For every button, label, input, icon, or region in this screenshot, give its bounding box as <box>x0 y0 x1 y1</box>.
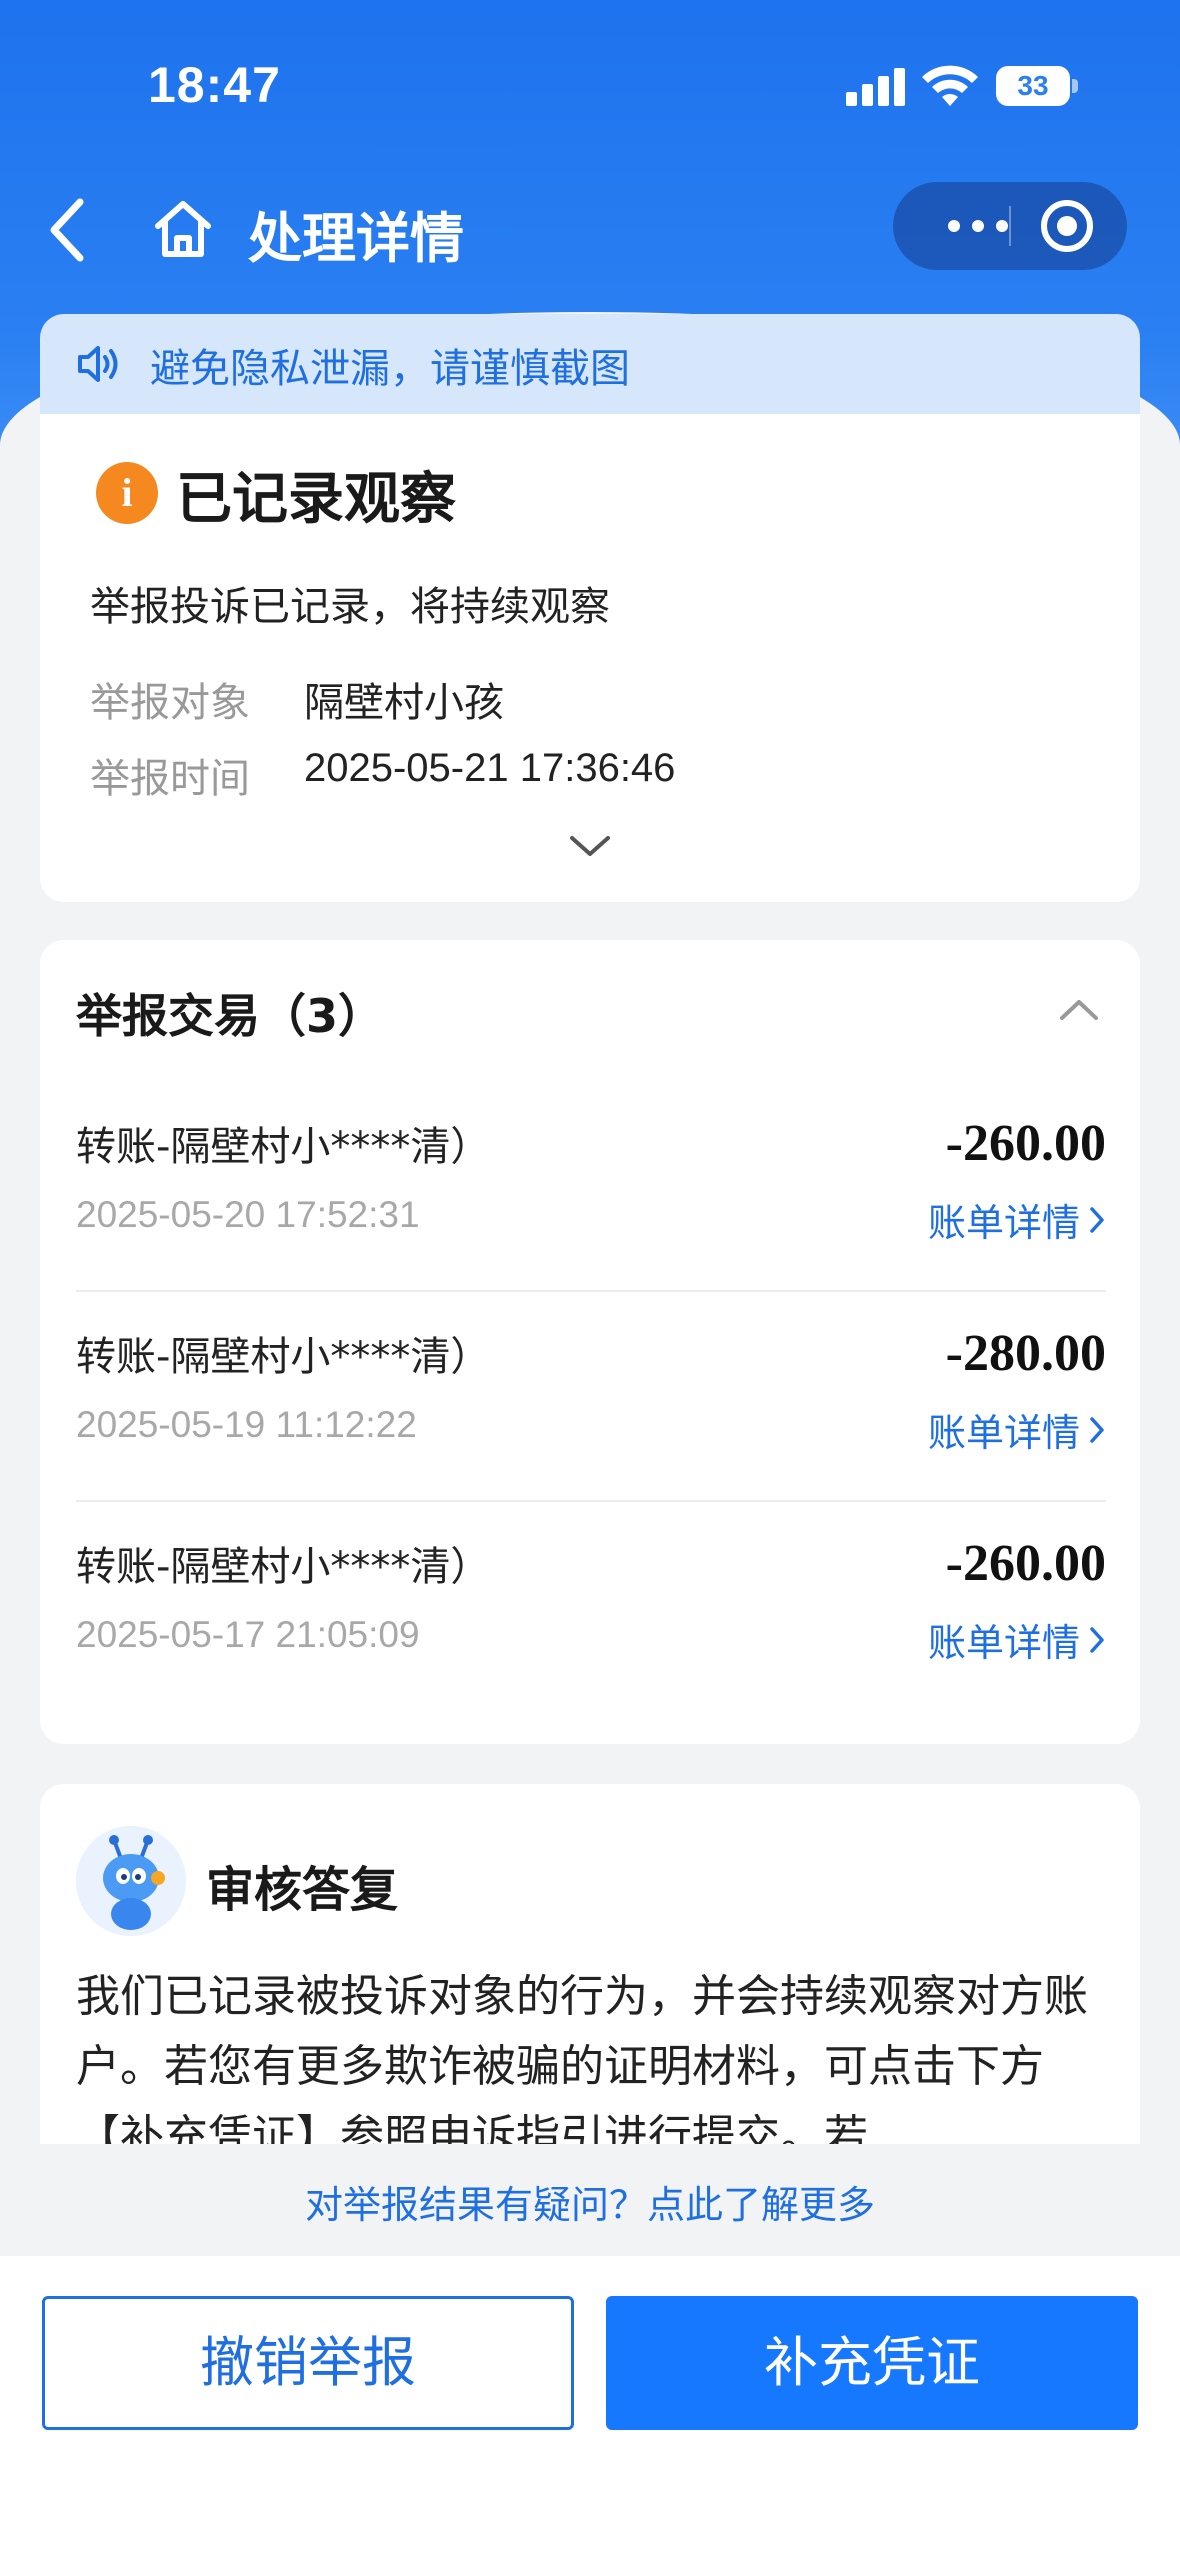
speaker-icon <box>78 346 118 382</box>
battery-icon: 33 <box>996 66 1078 106</box>
bill-detail-label: 账单详情 <box>927 1621 1080 1665</box>
transaction-amount: -260.00 <box>945 1535 1106 1592</box>
report-target-label: 举报对象 <box>90 680 250 726</box>
cancel-report-button[interactable]: 撤销举报 <box>42 2296 574 2430</box>
transactions-title: 举报交易（3） <box>76 989 385 1043</box>
report-target-value: 隔壁村小孩 <box>304 680 504 726</box>
privacy-notice: 避免隐私泄漏，请谨慎截图 <box>40 314 1140 414</box>
expand-chevron-down-icon[interactable] <box>568 832 612 860</box>
collapse-chevron-up-icon[interactable] <box>1058 996 1100 1022</box>
status-title: 已记录观察 <box>176 467 456 532</box>
report-time-value: 2025-05-21 17:36:46 <box>304 746 676 790</box>
bill-detail-link[interactable]: 账单详情 <box>928 1612 1106 1667</box>
transaction-item: 转账-隔壁村小****清） -260.00 2025-05-17 21:05:0… <box>76 1534 1106 1744</box>
chevron-right-icon <box>1090 1416 1104 1443</box>
reported-transactions-card: 举报交易（3） 转账-隔壁村小****清） -260.00 2025-05-20… <box>40 940 1140 1744</box>
home-icon[interactable] <box>150 196 216 262</box>
action-footer: 撤销举报 补充凭证 <box>0 2256 1180 2556</box>
transaction-name: 转账-隔壁村小****清） <box>76 1124 491 1170</box>
bill-detail-label: 账单详情 <box>927 1201 1080 1245</box>
close-miniapp-icon[interactable] <box>1041 200 1093 252</box>
review-reply-card: 审核答复 我们已记录被投诉对象的行为，并会持续观察对方账户。若您有更多欺诈被骗的… <box>40 1784 1140 2144</box>
help-link-band: 对举报结果有疑问？点此了解更多 <box>0 2144 1180 2256</box>
status-description: 举报投诉已记录，将持续观察 <box>90 584 610 630</box>
cellular-signal-icon <box>846 66 906 106</box>
transaction-amount: -280.00 <box>945 1325 1106 1382</box>
privacy-notice-text: 避免隐私泄漏，请谨慎截图 <box>150 346 630 392</box>
transaction-amount: -260.00 <box>945 1115 1106 1172</box>
chevron-right-icon <box>1090 1206 1104 1233</box>
transaction-date: 2025-05-20 17:52:31 <box>76 1194 420 1235</box>
more-options-icon[interactable] <box>923 182 1033 270</box>
page-title: 处理详情 <box>248 207 464 270</box>
transaction-item: 转账-隔壁村小****清） -260.00 2025-05-20 17:52:3… <box>76 1114 1106 1324</box>
report-status-card: i 已记录观察 举报投诉已记录，将持续观察 举报对象 隔壁村小孩 举报时间 20… <box>40 414 1140 902</box>
divider <box>76 1500 1106 1502</box>
chevron-right-icon <box>1090 1626 1104 1653</box>
transaction-name: 转账-隔壁村小****清） <box>76 1544 491 1590</box>
report-result-help-link[interactable]: 对举报结果有疑问？点此了解更多 <box>0 2174 1180 2229</box>
supplement-evidence-button[interactable]: 补充凭证 <box>606 2296 1138 2430</box>
back-icon[interactable] <box>40 190 100 270</box>
report-time-label: 举报时间 <box>90 756 250 802</box>
transaction-date: 2025-05-19 11:12:22 <box>76 1404 417 1445</box>
navigation-bar: 处理详情 <box>0 170 1180 290</box>
battery-level: 33 <box>996 66 1070 106</box>
status-bar: 18:47 33 <box>0 0 1180 170</box>
bill-detail-link[interactable]: 账单详情 <box>928 1402 1106 1457</box>
divider <box>76 1290 1106 1292</box>
transaction-name: 转账-隔壁村小****清） <box>76 1334 491 1380</box>
miniapp-capsule <box>893 182 1127 270</box>
bill-detail-link[interactable]: 账单详情 <box>928 1192 1106 1247</box>
wifi-icon <box>922 65 978 106</box>
transaction-date: 2025-05-17 21:05:09 <box>76 1614 420 1655</box>
info-icon: i <box>96 462 158 524</box>
ant-mascot-avatar <box>76 1826 186 1936</box>
transaction-item: 转账-隔壁村小****清） -280.00 2025-05-19 11:12:2… <box>76 1324 1106 1534</box>
bill-detail-label: 账单详情 <box>927 1411 1080 1455</box>
reply-body: 我们已记录被投诉对象的行为，并会持续观察对方账户。若您有更多欺诈被骗的证明材料，… <box>76 1971 1088 2144</box>
status-time: 18:47 <box>148 57 281 113</box>
reply-title: 审核答复 <box>206 1862 399 1918</box>
